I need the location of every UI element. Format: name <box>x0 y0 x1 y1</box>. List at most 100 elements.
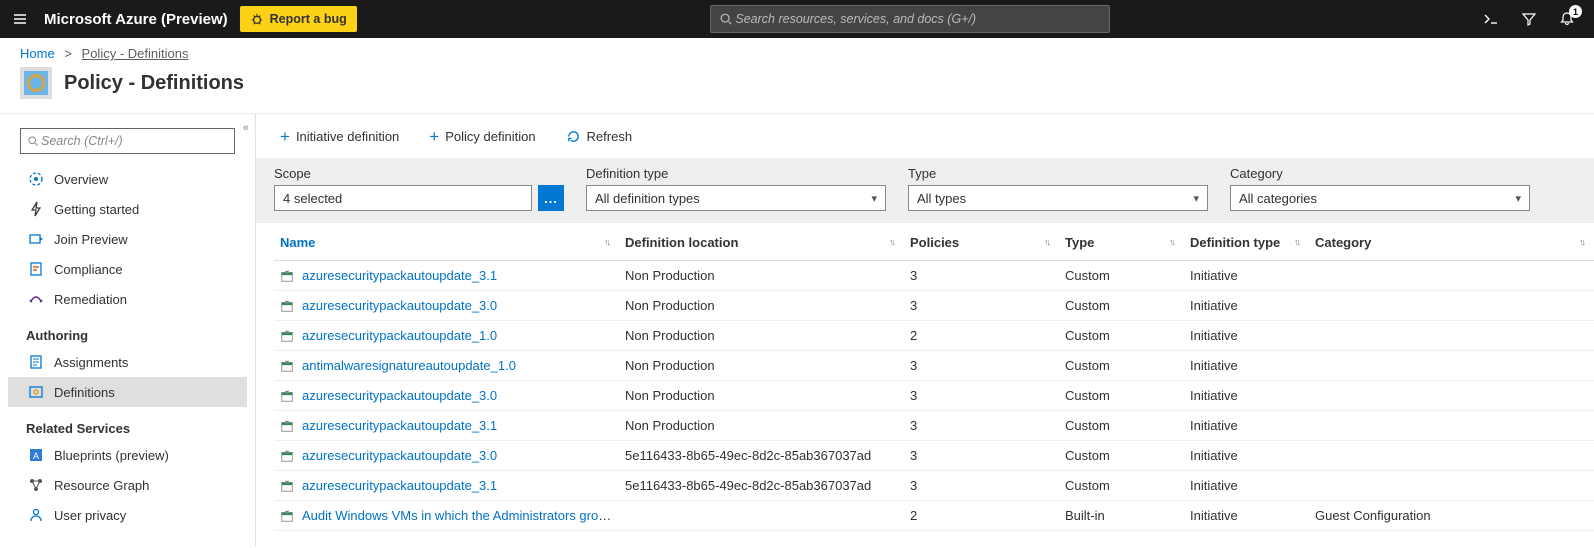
report-bug-button[interactable]: Report a bug <box>240 6 357 32</box>
compliance-icon <box>28 261 44 277</box>
svg-text:A: A <box>33 451 39 461</box>
sidebar-item-getting-started[interactable]: Getting started <box>8 194 247 224</box>
cell-category <box>1309 261 1594 291</box>
global-search-input[interactable] <box>733 11 1101 27</box>
th-type-label: Type <box>1065 235 1094 250</box>
filter-scope-value: 4 selected <box>283 191 342 206</box>
definition-link[interactable]: azuresecuritypackautoupdate_1.0 <box>302 328 497 343</box>
filter-deftype-select[interactable]: All definition types ▾ <box>586 185 886 211</box>
definition-link[interactable]: antimalwaresignatureautoupdate_1.0 <box>302 358 516 373</box>
definition-link[interactable]: azuresecuritypackautoupdate_3.0 <box>302 298 497 313</box>
table-row[interactable]: azuresecuritypackautoupdate_3.1 Non Produ… <box>274 261 1594 291</box>
definition-link[interactable]: azuresecuritypackautoupdate_3.1 <box>302 418 497 433</box>
th-cat-label: Category <box>1315 235 1371 250</box>
sidebar-search[interactable] <box>20 128 235 154</box>
initiative-icon <box>280 419 294 433</box>
sidebar-search-input[interactable] <box>39 133 228 149</box>
brand-title: Microsoft Azure (Preview) <box>40 11 240 28</box>
overview-icon <box>28 171 44 187</box>
cell-deftype: Initiative <box>1184 471 1309 501</box>
cell-type: Custom <box>1059 291 1184 321</box>
table-row[interactable]: Audit Windows VMs in which the Administr… <box>274 501 1594 531</box>
cell-name: azuresecuritypackautoupdate_3.1 <box>274 471 619 501</box>
cell-deftype: Initiative <box>1184 441 1309 471</box>
table-row[interactable]: azuresecuritypackautoupdate_3.1Non Produ… <box>274 411 1594 441</box>
cell-name: azuresecuritypackautoupdate_1.0 <box>274 321 619 351</box>
cloud-shell-icon[interactable] <box>1480 8 1502 30</box>
cell-name: azuresecuritypackautoupdate_3.1 <box>274 261 619 291</box>
cell-category: Guest Configuration <box>1309 501 1594 531</box>
breadcrumb-current[interactable]: Policy - Definitions <box>82 46 189 61</box>
initiative-icon <box>280 479 294 493</box>
notifications-icon[interactable]: 1 <box>1556 8 1578 30</box>
definition-link[interactable]: azuresecuritypackautoupdate_3.1 <box>302 268 497 283</box>
th-definition-type[interactable]: Definition type ↑↓ <box>1184 223 1309 261</box>
table-row[interactable]: azuresecuritypackautoupdate_3.0 Non Produ… <box>274 381 1594 411</box>
definition-link[interactable]: azuresecuritypackautoupdate_3.1 <box>302 478 497 493</box>
filter-type-value: All types <box>917 191 966 206</box>
filter-icon[interactable] <box>1518 8 1540 30</box>
table-row[interactable]: azuresecuritypackautoupdate_3.0Non Produ… <box>274 291 1594 321</box>
sidebar-item-join-preview[interactable]: Join Preview <box>8 224 247 254</box>
policy-definition-button[interactable]: + Policy definition <box>423 127 541 146</box>
definitions-table-wrap[interactable]: Name ↑↓ Definition location ↑↓ Policies … <box>256 223 1594 546</box>
th-type[interactable]: Type ↑↓ <box>1059 223 1184 261</box>
table-row[interactable]: antimalwaresignatureautoupdate_1.0Non Pr… <box>274 351 1594 381</box>
filter-deftype-group: Definition type All definition types ▾ <box>586 166 886 211</box>
filter-deftype-value: All definition types <box>595 191 700 206</box>
cell-name: azuresecuritypackautoupdate_3.0 <box>274 441 619 471</box>
breadcrumb-home[interactable]: Home <box>20 46 55 61</box>
filter-scope-group: Scope 4 selected ... <box>274 166 564 211</box>
definition-link[interactable]: azuresecuritypackautoupdate_3.0 <box>302 388 497 403</box>
filter-type-select[interactable]: All types ▾ <box>908 185 1208 211</box>
cell-name: antimalwaresignatureautoupdate_1.0 <box>274 351 619 381</box>
notify-badge: 1 <box>1569 5 1582 18</box>
cell-policies: 2 <box>904 321 1059 351</box>
sidebar-item-remediation[interactable]: Remediation <box>8 284 247 314</box>
scope-picker-button[interactable]: ... <box>538 185 564 211</box>
sidebar-item-definitions[interactable]: Definitions <box>8 377 247 407</box>
sidebar-item-compliance[interactable]: Compliance <box>8 254 247 284</box>
sidebar-item-blueprints[interactable]: A Blueprints (preview) <box>8 440 247 470</box>
search-icon <box>27 135 39 147</box>
cell-location: Non Production <box>619 261 904 291</box>
bug-icon <box>250 12 264 26</box>
initiative-definition-button[interactable]: + Initiative definition <box>274 127 405 146</box>
sidebar-item-label: Blueprints (preview) <box>54 448 169 463</box>
collapse-chevron-icon[interactable]: « <box>243 122 249 134</box>
definition-link[interactable]: Audit Windows VMs in which the Administr… <box>302 508 616 523</box>
th-policies[interactable]: Policies ↑↓ <box>904 223 1059 261</box>
cell-type: Custom <box>1059 471 1184 501</box>
refresh-button[interactable]: Refresh <box>560 128 639 145</box>
th-category[interactable]: Category ↑↓ <box>1309 223 1594 261</box>
sort-icon: ↑↓ <box>1294 237 1299 247</box>
brand-block: Microsoft Azure (Preview) Report a bug <box>40 6 357 32</box>
sort-icon: ↑↓ <box>1579 237 1584 247</box>
table-row[interactable]: azuresecuritypackautoupdate_1.0Non Produ… <box>274 321 1594 351</box>
hamburger-menu[interactable] <box>0 0 40 38</box>
cell-deftype: Initiative <box>1184 381 1309 411</box>
sidebar-item-resource-graph[interactable]: Resource Graph <box>8 470 247 500</box>
global-search[interactable] <box>710 5 1110 33</box>
th-name[interactable]: Name ↑↓ <box>274 223 619 261</box>
sidebar-item-user-privacy[interactable]: User privacy <box>8 500 247 530</box>
filter-deftype-label: Definition type <box>586 166 886 181</box>
cell-location: Non Production <box>619 381 904 411</box>
cell-policies: 3 <box>904 471 1059 501</box>
sidebar-item-assignments[interactable]: Assignments <box>8 347 247 377</box>
filter-category-select[interactable]: All categories ▾ <box>1230 185 1530 211</box>
th-definition-location[interactable]: Definition location ↑↓ <box>619 223 904 261</box>
sort-icon: ↑↓ <box>1169 237 1174 247</box>
sort-icon: ↑↓ <box>889 237 894 247</box>
definition-link[interactable]: azuresecuritypackautoupdate_3.0 <box>302 448 497 463</box>
filter-scope-select[interactable]: 4 selected <box>274 185 532 211</box>
cell-location: 5e116433-8b65-49ec-8d2c-85ab367037ad <box>619 441 904 471</box>
toolbar: + Initiative definition + Policy definit… <box>256 114 1594 158</box>
definitions-icon <box>28 384 44 400</box>
table-row[interactable]: azuresecuritypackautoupdate_3.0 5e116433-… <box>274 441 1594 471</box>
cell-type: Custom <box>1059 381 1184 411</box>
cell-location <box>619 501 904 531</box>
sidebar-item-overview[interactable]: Overview <box>8 164 247 194</box>
initiative-icon <box>280 509 294 523</box>
table-row[interactable]: azuresecuritypackautoupdate_3.15e116433-… <box>274 471 1594 501</box>
